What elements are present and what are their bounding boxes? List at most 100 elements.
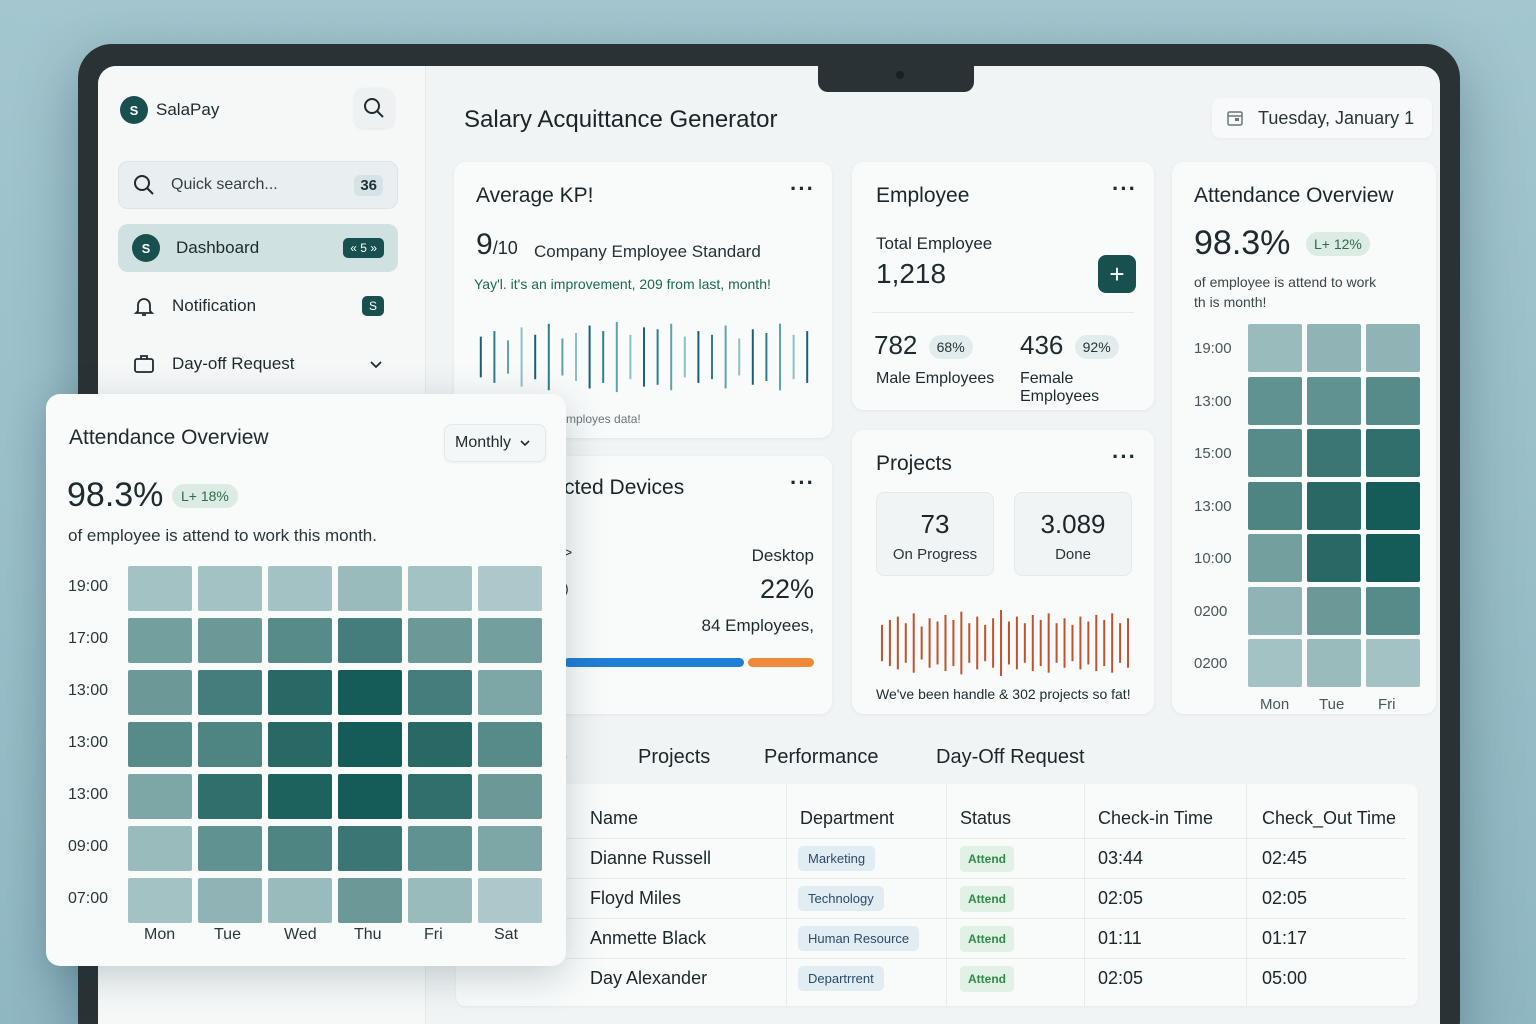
heatmap-cell[interactable] (198, 878, 262, 923)
heatmap-cell[interactable] (1366, 586, 1420, 635)
heatmap-cell[interactable] (128, 774, 192, 819)
heatmap-cell[interactable] (128, 670, 192, 715)
heatmap-cell[interactable] (1366, 429, 1420, 477)
heatmap-cell[interactable] (198, 618, 262, 663)
heatmap-cell[interactable] (198, 826, 262, 871)
heatmap-cell[interactable] (128, 878, 192, 923)
heatmap-cell[interactable] (338, 826, 402, 871)
heatmap-cell[interactable] (1307, 639, 1361, 687)
heatmap-cell[interactable] (1307, 324, 1361, 372)
sidebar-item-dashboard[interactable]: S Dashboard « 5 » (118, 224, 398, 272)
heatmap-cell[interactable] (198, 670, 262, 715)
heatmap-cell[interactable] (408, 774, 472, 819)
heatmap-cell[interactable] (128, 566, 192, 611)
heatmap-cell[interactable] (1366, 639, 1420, 687)
heatmap-cell[interactable] (268, 670, 332, 715)
heatmap-cell[interactable] (478, 826, 542, 871)
heatmap-cell[interactable] (478, 566, 542, 611)
search-button[interactable] (354, 88, 394, 128)
heatmap-cell[interactable] (408, 878, 472, 923)
heatmap-cell[interactable] (1307, 534, 1361, 582)
heatmap-cell[interactable] (1307, 481, 1361, 530)
tab-projects[interactable]: Projects (638, 746, 710, 769)
heatmap-time-label: 15:00 (1194, 445, 1232, 462)
kpi-note: Yay'l. it's an improvement, 209 from las… (474, 276, 771, 292)
heatmap-cell[interactable] (338, 566, 402, 611)
heatmap-day-label: Thu (354, 926, 382, 943)
column-header-name[interactable]: Name (590, 808, 638, 829)
period-dropdown[interactable]: Monthly (444, 424, 546, 462)
column-header-department[interactable]: Department (800, 808, 894, 829)
sidebar-item-notification[interactable]: Notification S (118, 282, 398, 330)
column-header-check-out[interactable]: Check_Out Time (1262, 808, 1396, 829)
tab-day-off-request[interactable]: Day-Off Request (936, 746, 1085, 769)
heatmap-cell[interactable] (198, 566, 262, 611)
add-employee-button[interactable]: + (1098, 255, 1136, 293)
cell-name[interactable]: Floyd Miles (590, 888, 681, 909)
cell-check-out: 02:05 (1262, 888, 1308, 908)
heatmap-cell[interactable] (338, 722, 402, 767)
heatmap-cell[interactable] (478, 722, 542, 767)
cell-name[interactable]: Dianne Russell (590, 848, 711, 869)
heatmap-cell[interactable] (1366, 481, 1420, 530)
column-header-status[interactable]: Status (960, 808, 1011, 829)
column-divider (946, 784, 947, 1006)
heatmap-cell[interactable] (128, 722, 192, 767)
heatmap-cell[interactable] (1248, 376, 1302, 425)
heatmap-cell[interactable] (1366, 376, 1420, 425)
heatmap-cell[interactable] (198, 722, 262, 767)
heatmap-cell[interactable] (1248, 429, 1302, 477)
quick-search-input[interactable]: Quick search... 36 (118, 161, 398, 209)
heatmap-cell[interactable] (1248, 324, 1302, 372)
heatmap-cell[interactable] (1366, 534, 1420, 582)
heatmap-cell[interactable] (268, 878, 332, 923)
search-icon (364, 98, 384, 118)
heatmap-cell[interactable] (408, 670, 472, 715)
heatmap-cell[interactable] (1248, 481, 1302, 530)
heatmap-time-label: 13:00 (68, 734, 109, 751)
heatmap-cell[interactable] (268, 566, 332, 611)
heatmap-cell[interactable] (128, 826, 192, 871)
brand[interactable]: S SalaPay (120, 96, 219, 124)
column-header-check-in[interactable]: Check-in Time (1098, 808, 1213, 829)
date-picker[interactable]: Tuesday, January 1 (1212, 98, 1432, 138)
heatmap-cell[interactable] (1307, 376, 1361, 425)
heatmap-day-label: Sat (494, 926, 519, 943)
more-icon[interactable]: ··· (790, 176, 815, 202)
more-icon[interactable]: ··· (1112, 176, 1137, 202)
heatmap-cell[interactable] (408, 566, 472, 611)
more-icon[interactable]: ··· (790, 470, 815, 496)
heatmap-cell[interactable] (128, 618, 192, 663)
heatmap-cell[interactable] (1366, 324, 1420, 372)
tab-performance[interactable]: Performance (764, 746, 879, 769)
heatmap-cell[interactable] (478, 774, 542, 819)
heatmap-cell[interactable] (1248, 534, 1302, 582)
heatmap-cell[interactable] (1248, 639, 1302, 687)
heatmap-cell[interactable] (408, 722, 472, 767)
heatmap-cell[interactable] (478, 878, 542, 923)
heatmap-cell[interactable] (268, 618, 332, 663)
heatmap-cell[interactable] (408, 826, 472, 871)
device-share-bar-secondary (748, 658, 814, 667)
heatmap-cell[interactable] (338, 618, 402, 663)
heatmap-cell[interactable] (478, 618, 542, 663)
heatmap-cell[interactable] (198, 774, 262, 819)
heatmap-cell[interactable] (268, 774, 332, 819)
heatmap-cell[interactable] (268, 722, 332, 767)
brand-name: SalaPay (156, 100, 220, 119)
heatmap-cell[interactable] (1307, 586, 1361, 635)
heatmap-cell[interactable] (1248, 586, 1302, 635)
heatmap-cell[interactable] (268, 826, 332, 871)
more-icon[interactable]: ··· (1112, 444, 1137, 470)
cell-name[interactable]: Day Alexander (590, 968, 707, 989)
heatmap-cell[interactable] (408, 618, 472, 663)
department-tag: Human Resource (798, 926, 920, 951)
cell-name[interactable]: Anmette Black (590, 928, 706, 949)
heatmap-cell[interactable] (478, 670, 542, 715)
heatmap-cell[interactable] (338, 878, 402, 923)
heatmap-cell[interactable] (338, 774, 402, 819)
sidebar-item-day-off[interactable]: Day-off Request (118, 340, 398, 388)
chevron-down-icon[interactable] (368, 356, 384, 372)
heatmap-cell[interactable] (1307, 429, 1361, 477)
heatmap-cell[interactable] (338, 670, 402, 715)
